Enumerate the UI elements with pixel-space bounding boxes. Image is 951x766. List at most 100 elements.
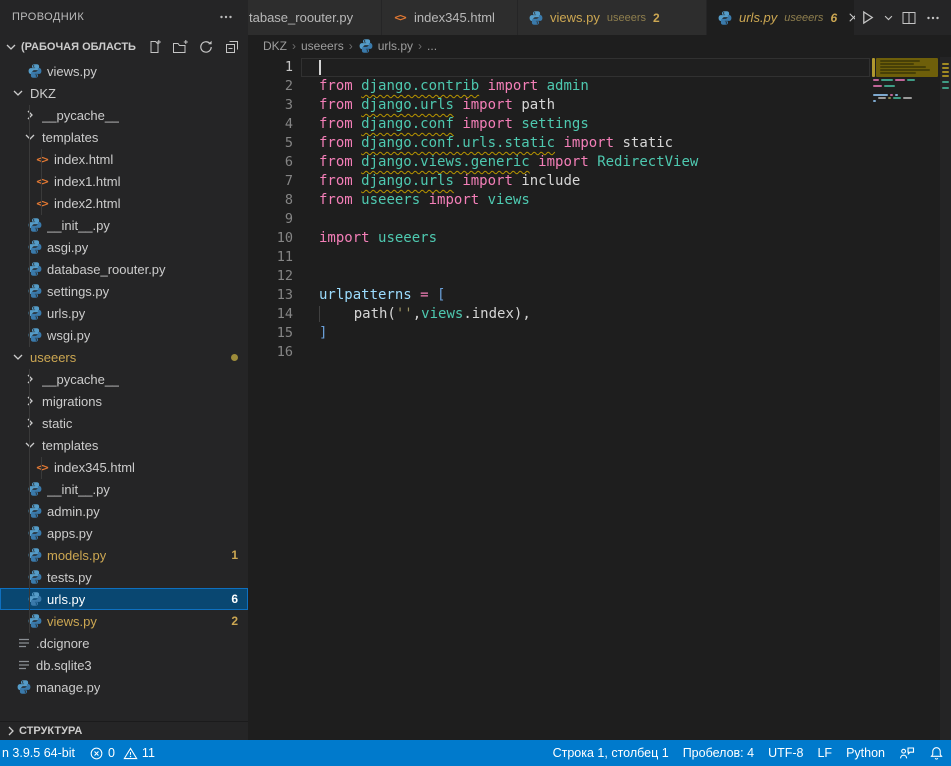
tree-file-admin.py[interactable]: admin.py bbox=[0, 500, 248, 522]
tree-file-db.sqlite3[interactable]: db.sqlite3 bbox=[0, 654, 248, 676]
breadcrumb-item-useeers[interactable]: useeers bbox=[301, 39, 344, 53]
tree-item-label: db.sqlite3 bbox=[36, 658, 92, 673]
code-editor[interactable]: 12from django.contrib import admin3from … bbox=[248, 57, 951, 740]
code-line-3[interactable]: 3from django.urls import path bbox=[248, 96, 951, 115]
tree-file-urls.py[interactable]: urls.py bbox=[0, 302, 248, 324]
more-actions-button[interactable] bbox=[923, 8, 943, 28]
code-line-11[interactable]: 11 bbox=[248, 248, 951, 267]
code-line-15[interactable]: 15] bbox=[248, 324, 951, 343]
code-line-12[interactable]: 12 bbox=[248, 267, 951, 286]
html-file-icon: <> bbox=[36, 461, 47, 474]
problems-status[interactable]: 0 11 bbox=[82, 740, 162, 766]
run-dropdown-chevron-icon[interactable] bbox=[881, 8, 895, 28]
tree-folder-dkz[interactable]: DKZ bbox=[0, 82, 248, 104]
tree-file-index345.html[interactable]: <>index345.html bbox=[0, 456, 248, 478]
tree-file-manage.py[interactable]: manage.py bbox=[0, 676, 248, 698]
breadcrumb-item-dkz[interactable]: DKZ bbox=[263, 39, 287, 53]
tab-label: index345.html bbox=[414, 10, 495, 25]
split-editor-button[interactable] bbox=[899, 8, 919, 28]
minimap[interactable] bbox=[872, 57, 940, 377]
code-line-14[interactable]: 14 path('',views.index), bbox=[248, 305, 951, 324]
tree-file-wsgi.py[interactable]: wsgi.py bbox=[0, 324, 248, 346]
generic-file-icon bbox=[16, 635, 32, 651]
tree-item-label: index1.html bbox=[54, 174, 120, 189]
code-line-8[interactable]: 8from useeers import views bbox=[248, 191, 951, 210]
tree-folder-useeers[interactable]: useeers bbox=[0, 346, 248, 368]
python-interpreter-status[interactable]: n 3.9.5 64-bit bbox=[0, 740, 82, 766]
tree-file-models.py[interactable]: models.py1 bbox=[0, 544, 248, 566]
status-encoding[interactable]: UTF-8 bbox=[761, 740, 810, 766]
status-right: Строка 1, столбец 1Пробелов: 4UTF-8LFPyt… bbox=[546, 740, 951, 766]
code-line-16[interactable]: 16 bbox=[248, 343, 951, 362]
breadcrumb-item-...[interactable]: ... bbox=[427, 39, 437, 53]
tab-views.py[interactable]: views.pyuseeers2 bbox=[518, 0, 707, 35]
tree-file-index2.html[interactable]: <>index2.html bbox=[0, 192, 248, 214]
tree-item-label: templates bbox=[42, 130, 98, 145]
tree-file-index.html[interactable]: <> index.html bbox=[0, 148, 248, 170]
run-python-file-button[interactable] bbox=[857, 8, 877, 28]
chevron-right-icon bbox=[22, 371, 38, 387]
code-line-9[interactable]: 9 bbox=[248, 210, 951, 229]
collapse-all-button[interactable] bbox=[222, 37, 242, 57]
overview-ruler-scrollbar[interactable] bbox=[940, 57, 951, 740]
line-content: from django.contrib import admin bbox=[293, 77, 589, 96]
code-line-6[interactable]: 6from django.views.generic import Redire… bbox=[248, 153, 951, 172]
tree-folder--pycache-[interactable]: __pycache__ bbox=[0, 368, 248, 390]
vscode-window: ПРОВОДНИК (РАБОЧАЯ ОБЛАСТЬ) ... views.py… bbox=[0, 0, 951, 766]
tree-file-asgi.py[interactable]: asgi.py bbox=[0, 236, 248, 258]
tree-file-index1.html[interactable]: <>index1.html bbox=[0, 170, 248, 192]
line-number: 14 bbox=[248, 305, 293, 324]
breadcrumb-item-urls.py[interactable]: urls.py bbox=[358, 38, 413, 54]
code-line-2[interactable]: 2from django.contrib import admin bbox=[248, 77, 951, 96]
tree-item-label: settings.py bbox=[47, 284, 109, 299]
line-content: from django.urls import include bbox=[293, 172, 580, 191]
tree-file-urls.py[interactable]: urls.py6 bbox=[0, 588, 248, 610]
tree-file-views.py[interactable]: views.py bbox=[0, 60, 248, 82]
code-line-1[interactable]: 1 bbox=[248, 58, 951, 77]
tab-urls.py[interactable]: urls.pyuseeers6 bbox=[707, 0, 855, 35]
text-cursor bbox=[319, 60, 321, 75]
tree-item-label: migrations bbox=[42, 394, 102, 409]
tree-file-.dcignore[interactable]: .dcignore bbox=[0, 632, 248, 654]
tree-item-label: index.html bbox=[54, 152, 113, 167]
status-feedback[interactable] bbox=[892, 740, 922, 766]
status-notifications[interactable] bbox=[922, 740, 951, 766]
new-file-button[interactable] bbox=[144, 37, 164, 57]
tree-file-apps.py[interactable]: apps.py bbox=[0, 522, 248, 544]
code-line-10[interactable]: 10import useeers bbox=[248, 229, 951, 248]
workspace-section-header[interactable]: (РАБОЧАЯ ОБЛАСТЬ) ... bbox=[0, 34, 248, 60]
outline-section-header[interactable]: СТРУКТУРА bbox=[0, 721, 248, 740]
views-and-more-actions-button[interactable] bbox=[216, 7, 236, 27]
tree-folder-templates[interactable]: templates bbox=[0, 126, 248, 148]
tree-file-views.py[interactable]: views.py2 bbox=[0, 610, 248, 632]
refresh-button[interactable] bbox=[196, 37, 216, 57]
tree-item-label: wsgi.py bbox=[47, 328, 90, 343]
code-line-5[interactable]: 5from django.conf.urls.static import sta… bbox=[248, 134, 951, 153]
html-file-icon: <> bbox=[36, 153, 47, 166]
code-line-4[interactable]: 4from django.conf import settings bbox=[248, 115, 951, 134]
status-eol[interactable]: LF bbox=[810, 740, 839, 766]
code-line-13[interactable]: 13urlpatterns = [ bbox=[248, 286, 951, 305]
tree-item-label: views.py bbox=[47, 614, 97, 629]
status-indentation[interactable]: Пробелов: 4 bbox=[676, 740, 761, 766]
tab-tabase-roouter.py[interactable]: tabase_roouter.py bbox=[248, 0, 382, 35]
tree-file-settings.py[interactable]: settings.py bbox=[0, 280, 248, 302]
code-line-7[interactable]: 7from django.urls import include bbox=[248, 172, 951, 191]
tree-folder-migrations[interactable]: migrations bbox=[0, 390, 248, 412]
outline-section-label: СТРУКТУРА bbox=[19, 725, 82, 737]
tree-folder--pycache-[interactable]: __pycache__ bbox=[0, 104, 248, 126]
bell-icon bbox=[929, 746, 944, 761]
status-language-mode[interactable]: Python bbox=[839, 740, 892, 766]
status-cursor-position[interactable]: Строка 1, столбец 1 bbox=[546, 740, 676, 766]
tree-file--init-.py[interactable]: __init__.py bbox=[0, 214, 248, 236]
tree-file-tests.py[interactable]: tests.py bbox=[0, 566, 248, 588]
tree-item-label: urls.py bbox=[47, 306, 85, 321]
tab-index345.html[interactable]: <>index345.html bbox=[382, 0, 518, 35]
tree-folder-templates[interactable]: templates bbox=[0, 434, 248, 456]
tree-file-database-roouter.py[interactable]: database_roouter.py bbox=[0, 258, 248, 280]
new-folder-button[interactable] bbox=[170, 37, 190, 57]
feedback-icon bbox=[899, 745, 915, 761]
line-number: 16 bbox=[248, 343, 293, 362]
tree-folder-static[interactable]: static bbox=[0, 412, 248, 434]
tree-file--init-.py[interactable]: __init__.py bbox=[0, 478, 248, 500]
